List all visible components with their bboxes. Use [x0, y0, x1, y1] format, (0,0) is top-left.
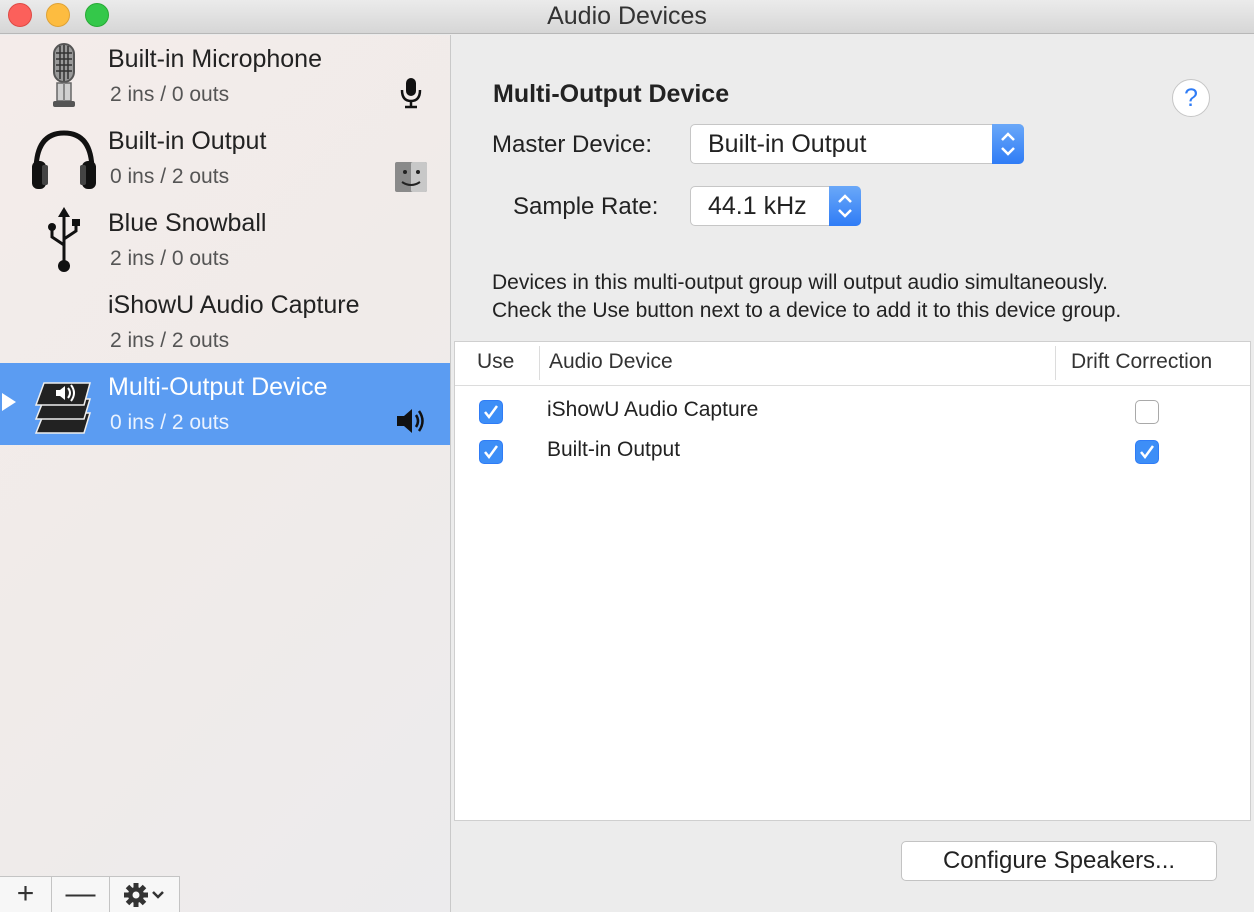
disclosure-triangle-icon[interactable] — [2, 393, 16, 411]
usb-icon — [48, 207, 80, 272]
device-group-table: Use Audio Device Drift Correction iShowU… — [454, 341, 1251, 821]
microphone-icon — [53, 43, 75, 107]
table-row: Built-in Output — [455, 432, 1250, 472]
configure-speakers-button[interactable]: Configure Speakers... — [901, 841, 1217, 881]
title-bar: Audio Devices — [0, 0, 1254, 34]
master-device-label: Master Device: — [492, 131, 653, 158]
finder-icon — [395, 162, 427, 192]
popup-arrows-icon — [829, 186, 861, 226]
column-divider — [1055, 346, 1056, 380]
device-item-ishowu-audio-capture[interactable]: iShowU Audio Capture 2 ins / 2 outs — [0, 281, 450, 363]
device-title: Multi-Output Device — [493, 80, 730, 108]
multi-output-icon — [34, 382, 92, 434]
popup-arrows-icon — [992, 124, 1024, 164]
drift-correction-checkbox[interactable] — [1135, 400, 1159, 424]
window-title: Audio Devices — [547, 2, 707, 30]
column-divider — [539, 346, 540, 380]
sidebar-toolbar: + — — [0, 876, 180, 912]
device-name: Built-in Output — [108, 127, 267, 155]
column-header-drift-correction[interactable]: Drift Correction — [1071, 350, 1212, 374]
device-name: iShowU Audio Capture — [108, 291, 360, 319]
gear-icon — [123, 883, 164, 907]
actions-menu-button[interactable] — [110, 877, 180, 912]
column-header-use[interactable]: Use — [477, 350, 514, 374]
headphones-icon — [32, 130, 96, 189]
description-line: Check the Use button next to a device to… — [492, 299, 1122, 322]
column-header-audio-device[interactable]: Audio Device — [549, 350, 673, 374]
device-name: Blue Snowball — [108, 209, 267, 237]
device-item-built-in-microphone[interactable]: Built-in Microphone 2 ins / 0 outs — [0, 35, 450, 117]
use-checkbox[interactable] — [479, 400, 503, 424]
device-item-built-in-output[interactable]: Built-in Output 0 ins / 2 outs — [0, 117, 450, 199]
group-description: Devices in this multi-output group will … — [492, 269, 1121, 325]
device-name: Built-in Microphone — [108, 45, 322, 73]
speaker-icon — [397, 409, 424, 433]
device-detail-panel: Multi-Output Device ? Master Device: Bui… — [452, 35, 1254, 912]
sample-rate-popup[interactable]: 44.1 kHz — [690, 186, 861, 226]
device-io: 2 ins / 0 outs — [110, 247, 230, 270]
table-row: iShowU Audio Capture — [455, 392, 1250, 432]
device-item-blue-snowball[interactable]: Blue Snowball 2 ins / 0 outs — [0, 199, 450, 281]
device-sidebar: Built-in Microphone 2 ins / 0 outs Built… — [0, 35, 451, 912]
audio-device-name: Built-in Output — [547, 438, 681, 461]
help-button[interactable]: ? — [1172, 79, 1210, 117]
add-device-button[interactable]: + — [0, 877, 52, 912]
device-io: 0 ins / 2 outs — [110, 165, 230, 188]
drift-correction-checkbox[interactable] — [1135, 440, 1159, 464]
master-device-value: Built-in Output — [708, 130, 867, 158]
device-item-multi-output-device[interactable]: Multi-Output Device 0 ins / 2 outs — [0, 363, 450, 445]
mic-input-icon — [400, 78, 422, 109]
device-io: 0 ins / 2 outs — [110, 411, 230, 434]
table-header: Use Audio Device Drift Correction — [455, 342, 1250, 386]
use-checkbox[interactable] — [479, 440, 503, 464]
description-line: Devices in this multi-output group will … — [492, 271, 1108, 294]
remove-device-button[interactable]: — — [52, 877, 110, 912]
master-device-popup[interactable]: Built-in Output — [690, 124, 1024, 164]
device-io: 2 ins / 0 outs — [110, 83, 230, 106]
audio-device-name: iShowU Audio Capture — [547, 398, 759, 421]
sample-rate-value: 44.1 kHz — [708, 192, 807, 220]
sample-rate-label: Sample Rate: — [513, 193, 659, 220]
device-io: 2 ins / 2 outs — [110, 329, 230, 352]
device-name: Multi-Output Device — [108, 373, 328, 401]
